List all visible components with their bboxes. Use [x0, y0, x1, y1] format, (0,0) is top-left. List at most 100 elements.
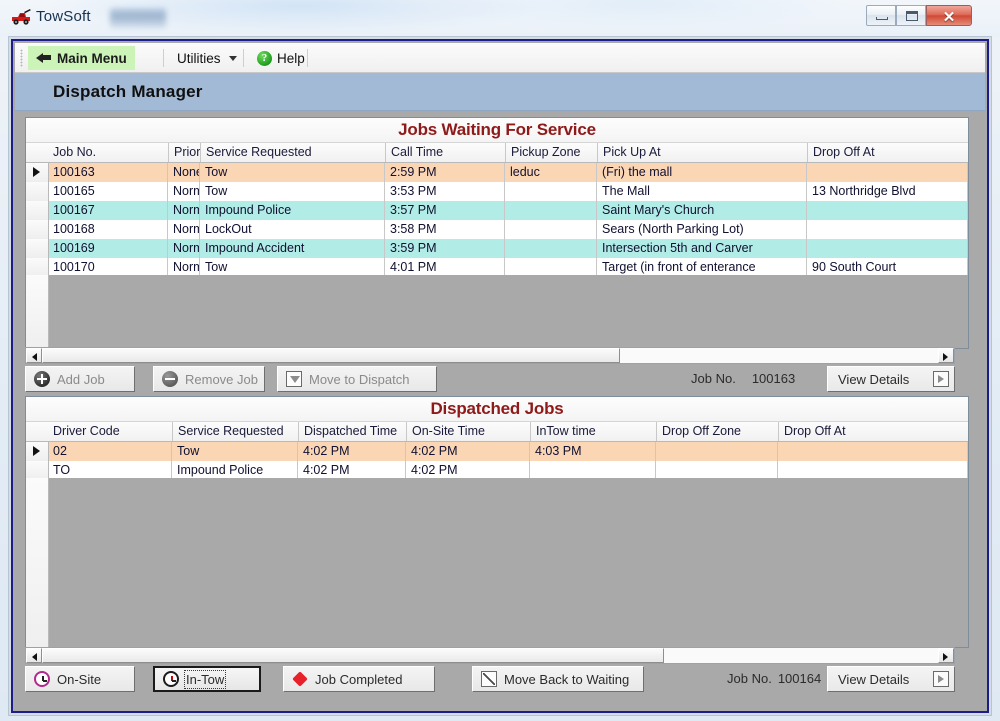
table-cell[interactable]: 100165	[48, 182, 168, 201]
row-selector[interactable]	[26, 442, 49, 461]
minimize-button[interactable]	[866, 5, 896, 26]
table-cell[interactable]: 3:57 PM	[385, 201, 505, 220]
table-cell[interactable]: 100168	[48, 220, 168, 239]
move-to-dispatch-button[interactable]: Move to Dispatch	[277, 366, 437, 392]
table-cell[interactable]: 100169	[48, 239, 168, 258]
table-cell[interactable]: 4:02 PM	[298, 442, 406, 461]
table-cell[interactable]	[807, 220, 968, 239]
column-header[interactable]: Drop Off Zone	[656, 422, 778, 441]
table-cell[interactable]: 3:59 PM	[385, 239, 505, 258]
table-row[interactable]: 02Tow4:02 PM4:02 PM4:03 PM	[26, 442, 968, 462]
column-header[interactable]: Drop Off At	[778, 422, 968, 441]
table-cell[interactable]: Sears (North Parking Lot)	[597, 220, 807, 239]
column-header[interactable]: Service Requested	[172, 422, 298, 441]
table-cell[interactable]: Normal	[168, 220, 200, 239]
table-cell[interactable]: 02	[48, 442, 172, 461]
jobs-waiting-hscrollbar[interactable]	[25, 347, 955, 364]
row-selector[interactable]	[26, 163, 49, 182]
table-cell[interactable]: Normal	[168, 182, 200, 201]
scroll-right-arrow[interactable]	[938, 348, 954, 363]
table-row[interactable]: 100163NoneTow2:59 PMleduc(Fri) the mall	[26, 163, 968, 183]
table-cell[interactable]	[778, 442, 968, 461]
toolbar-grip[interactable]	[20, 49, 23, 67]
column-header[interactable]: Pickup Zone	[505, 143, 597, 162]
dispatched-view-details-button[interactable]: View Details	[827, 666, 955, 692]
waiting-view-details-button[interactable]: View Details	[827, 366, 955, 392]
table-cell[interactable]: 3:53 PM	[385, 182, 505, 201]
table-cell[interactable]: Impound Police	[200, 201, 385, 220]
scroll-track[interactable]	[42, 648, 938, 663]
column-header[interactable]: Dispatched Time	[298, 422, 406, 441]
table-cell[interactable]: 4:02 PM	[406, 442, 530, 461]
column-header[interactable]: Priority	[168, 143, 200, 162]
row-selector[interactable]	[26, 239, 49, 258]
table-cell[interactable]: (Fri) the mall	[597, 163, 807, 182]
table-cell[interactable]: leduc	[505, 163, 597, 182]
table-row[interactable]: 100168NormalLockOut3:58 PM Sears (North P…	[26, 220, 968, 240]
scroll-left-arrow[interactable]	[26, 648, 42, 663]
table-cell[interactable]	[505, 201, 597, 220]
scroll-track[interactable]	[42, 348, 938, 363]
table-cell[interactable]: LockOut	[200, 220, 385, 239]
close-button[interactable]: ✕	[926, 5, 972, 26]
column-header[interactable]: Driver Code	[48, 422, 172, 441]
in-tow-button[interactable]: In-Tow	[153, 666, 261, 692]
column-header[interactable]: On-Site Time	[406, 422, 530, 441]
table-cell[interactable]: The Mall	[597, 182, 807, 201]
table-cell[interactable]: Normal	[168, 239, 200, 258]
table-cell[interactable]: 3:58 PM	[385, 220, 505, 239]
column-header[interactable]: Call Time	[385, 143, 505, 162]
dispatched-rows[interactable]: 02Tow4:02 PM4:02 PM4:03 PMTOImpound Poli…	[26, 442, 968, 480]
window-titlebar[interactable]: TowSoft ✕	[0, 0, 1000, 36]
column-header[interactable]: Drop Off At	[807, 143, 968, 162]
help-button[interactable]: ? Help	[250, 46, 312, 70]
table-cell[interactable]	[505, 239, 597, 258]
row-selector[interactable]	[26, 201, 49, 220]
table-cell[interactable]: Tow	[200, 163, 385, 182]
table-row[interactable]: 100167NormalImpound Police3:57 PM Saint M…	[26, 201, 968, 221]
scroll-thumb[interactable]	[42, 648, 664, 663]
table-cell[interactable]: Tow	[200, 182, 385, 201]
scroll-thumb[interactable]	[42, 348, 620, 363]
table-row[interactable]: 100165NormalTow3:53 PM The Mall13 Northri…	[26, 182, 968, 202]
maximize-button[interactable]	[896, 5, 926, 26]
table-cell[interactable]: 100167	[48, 201, 168, 220]
table-cell[interactable]	[807, 163, 968, 182]
row-selector[interactable]	[26, 182, 49, 201]
table-cell[interactable]: 13 Northridge Blvd	[807, 182, 968, 201]
remove-job-button[interactable]: Remove Job	[153, 366, 265, 392]
table-cell[interactable]: None	[168, 163, 200, 182]
add-job-button[interactable]: Add Job	[25, 366, 135, 392]
dispatched-hscrollbar[interactable]	[25, 647, 955, 664]
table-cell[interactable]: 100163	[48, 163, 168, 182]
column-header[interactable]: Pick Up At	[597, 143, 807, 162]
jobs-waiting-rows[interactable]: 100163NoneTow2:59 PMleduc(Fri) the mall1…	[26, 163, 968, 277]
column-header[interactable]: InTow time	[530, 422, 656, 441]
column-header[interactable]: Job No.	[48, 143, 168, 162]
table-row[interactable]: 100169NormalImpound Accident3:59 PM Inte…	[26, 239, 968, 259]
utilities-menu-button[interactable]: Utilities	[170, 46, 244, 70]
job-completed-button[interactable]: Job Completed	[283, 666, 435, 692]
table-cell[interactable]: Intersection 5th and Carver	[597, 239, 807, 258]
main-menu-button[interactable]: Main Menu	[28, 46, 135, 70]
table-cell[interactable]	[807, 239, 968, 258]
dispatched-jobs-grid[interactable]: Dispatched Jobs Driver CodeService Reque…	[25, 396, 969, 648]
table-cell[interactable]	[656, 442, 778, 461]
dispatched-view-details-label: View Details	[838, 672, 909, 687]
scroll-left-arrow[interactable]	[26, 348, 42, 363]
table-cell[interactable]: Normal	[168, 201, 200, 220]
jobs-waiting-grid[interactable]: Jobs Waiting For Service Job No.Priority…	[25, 117, 969, 349]
table-cell[interactable]	[505, 220, 597, 239]
table-cell[interactable]	[505, 182, 597, 201]
table-cell[interactable]	[807, 201, 968, 220]
on-site-button[interactable]: On-Site	[25, 666, 135, 692]
table-cell[interactable]: Tow	[172, 442, 298, 461]
row-selector[interactable]	[26, 220, 49, 239]
scroll-right-arrow[interactable]	[938, 648, 954, 663]
column-header[interactable]: Service Requested	[200, 143, 385, 162]
table-cell[interactable]: Saint Mary's Church	[597, 201, 807, 220]
table-cell[interactable]: Impound Accident	[200, 239, 385, 258]
move-back-to-waiting-button[interactable]: Move Back to Waiting	[472, 666, 644, 692]
table-cell[interactable]: 2:59 PM	[385, 163, 505, 182]
table-cell[interactable]: 4:03 PM	[530, 442, 656, 461]
